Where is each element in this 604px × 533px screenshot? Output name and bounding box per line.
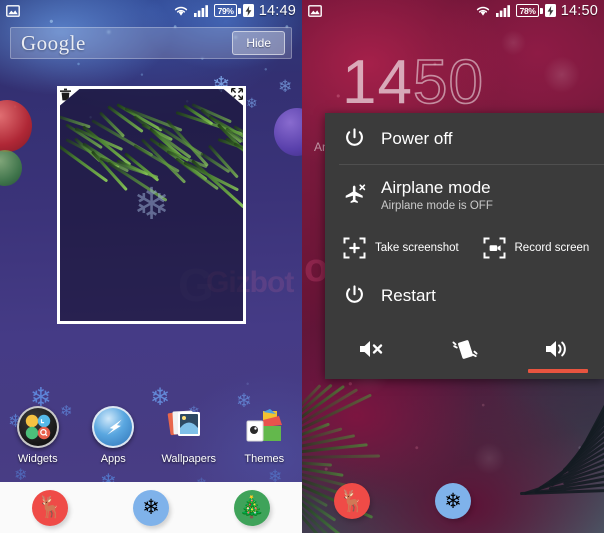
quick-action-themes[interactable]: Themes — [227, 406, 303, 465]
reindeer-app-icon[interactable]: 🦌 — [334, 483, 371, 519]
right-phone-screen: 14 50 Anur swipe to unlock oBoit airtel — [302, 0, 604, 533]
quick-action-wallpapers[interactable]: Wallpapers — [151, 406, 227, 465]
lockscreen-clock-hours: 14 — [342, 48, 413, 117]
dock-slot: 🦌 — [302, 477, 403, 525]
signal-bars-icon — [495, 4, 511, 17]
image-icon — [308, 4, 322, 17]
capture-actions-row: Take screenshot Record screen — [325, 226, 604, 270]
mute-icon — [358, 338, 386, 360]
snowflake-app-icon[interactable]: ❄ — [435, 483, 471, 519]
snowflake-app-icon[interactable]: ❄ — [133, 489, 169, 526]
dock-slot: ❄ — [403, 477, 504, 525]
homescreen-edit-toolbar: Widgets Apps Wallpapers Themes — [0, 406, 302, 465]
quick-action-label: Wallpapers — [161, 453, 217, 465]
lockscreen-clock-minutes: 50 — [412, 48, 484, 117]
widgets-icon — [16, 406, 59, 448]
left-phone-screen: ❄ ❄ ❄ ❄ ❄ ❄ ❄ ❄ ❄ ❄ ❄ ❄ ❄ G Gizbot — [0, 0, 302, 533]
record-screen-label: Record screen — [514, 241, 590, 254]
selected-widget-frame[interactable]: ❄ — [57, 86, 246, 324]
left-status-bar: 79% 14:49 — [0, 0, 302, 21]
google-search-widget[interactable]: Google Hide — [10, 27, 292, 59]
power-menu-dialog: Power off Airplane mode Airplane mode is… — [325, 113, 604, 379]
battery-indicator: 79% — [213, 4, 254, 17]
snowflake-decor: ❄ — [246, 95, 258, 111]
silent-mode-button[interactable] — [325, 338, 418, 360]
tree-app-icon[interactable]: 🎄 — [233, 489, 270, 526]
vibrate-mode-button[interactable] — [418, 337, 511, 361]
snowflake-decor: ❄ — [278, 77, 293, 96]
signal-bars-icon — [193, 4, 209, 17]
airplane-off-icon — [343, 183, 381, 207]
image-icon — [6, 4, 20, 17]
quick-action-widgets[interactable]: Widgets — [0, 406, 76, 465]
airplane-mode-label: Airplane mode — [381, 178, 491, 197]
snowflake-icon: ❄ — [133, 180, 170, 229]
take-screenshot-label: Take screenshot — [375, 241, 459, 254]
hide-button[interactable]: Hide — [232, 31, 285, 55]
wifi-icon — [173, 4, 189, 17]
dual-screenshot-comparison: ❄ ❄ ❄ ❄ ❄ ❄ ❄ ❄ ❄ ❄ ❄ ❄ ❄ G Gizbot — [0, 0, 604, 533]
dock-slot: ❄ — [101, 489, 202, 526]
screenshot-icon — [343, 237, 366, 259]
dock-slot: 🎄 — [201, 489, 302, 526]
sound-on-icon — [544, 338, 572, 360]
charging-icon — [242, 4, 254, 17]
charging-icon — [544, 4, 556, 17]
status-bar-clock: 14:49 — [258, 2, 296, 19]
status-bar-clock: 14:50 — [560, 2, 598, 19]
sound-mode-button[interactable] — [511, 338, 604, 373]
right-dock: 🦌 ❄ — [302, 477, 604, 525]
power-icon — [343, 127, 381, 150]
airplane-mode-item[interactable]: Airplane mode Airplane mode is OFF — [325, 164, 604, 226]
battery-indicator: 78% — [515, 4, 556, 17]
quick-action-apps[interactable]: Apps — [76, 406, 152, 465]
reindeer-app-icon[interactable]: 🦌 — [32, 489, 69, 526]
record-screen-icon — [483, 237, 506, 259]
dock-slot: 🦌 — [0, 489, 101, 526]
wallpapers-icon — [167, 406, 210, 448]
sound-mode-selected-indicator — [527, 369, 588, 373]
dock-slot-empty — [503, 477, 604, 525]
widget-preview: ❄ — [60, 89, 243, 321]
left-dock: 🦌 ❄ 🎄 — [0, 482, 302, 533]
restart-label: Restart — [381, 285, 436, 305]
vibrate-icon — [450, 337, 480, 361]
restart-item[interactable]: Restart — [325, 270, 604, 321]
themes-palette-icon — [243, 406, 285, 448]
quick-action-label: Widgets — [17, 453, 58, 465]
quick-action-label: Apps — [100, 453, 126, 465]
volume-mode-row — [325, 321, 604, 379]
power-off-item[interactable]: Power off — [325, 113, 604, 164]
take-screenshot-item[interactable]: Take screenshot — [325, 237, 465, 259]
wifi-icon — [475, 4, 491, 17]
quick-action-label: Themes — [244, 453, 285, 465]
battery-percent-label: 79% — [213, 4, 237, 17]
restart-icon — [343, 284, 381, 307]
lockscreen-clock: 14 50 — [342, 48, 484, 117]
airplane-mode-sublabel: Airplane mode is OFF — [381, 200, 493, 212]
google-logo: Google — [21, 30, 86, 55]
battery-percent-label: 78% — [515, 4, 539, 17]
right-status-bar: 78% 14:50 — [302, 0, 604, 21]
power-off-label: Power off — [381, 128, 453, 148]
record-screen-item[interactable]: Record screen — [465, 237, 604, 259]
apps-arrow-icon — [92, 406, 135, 448]
